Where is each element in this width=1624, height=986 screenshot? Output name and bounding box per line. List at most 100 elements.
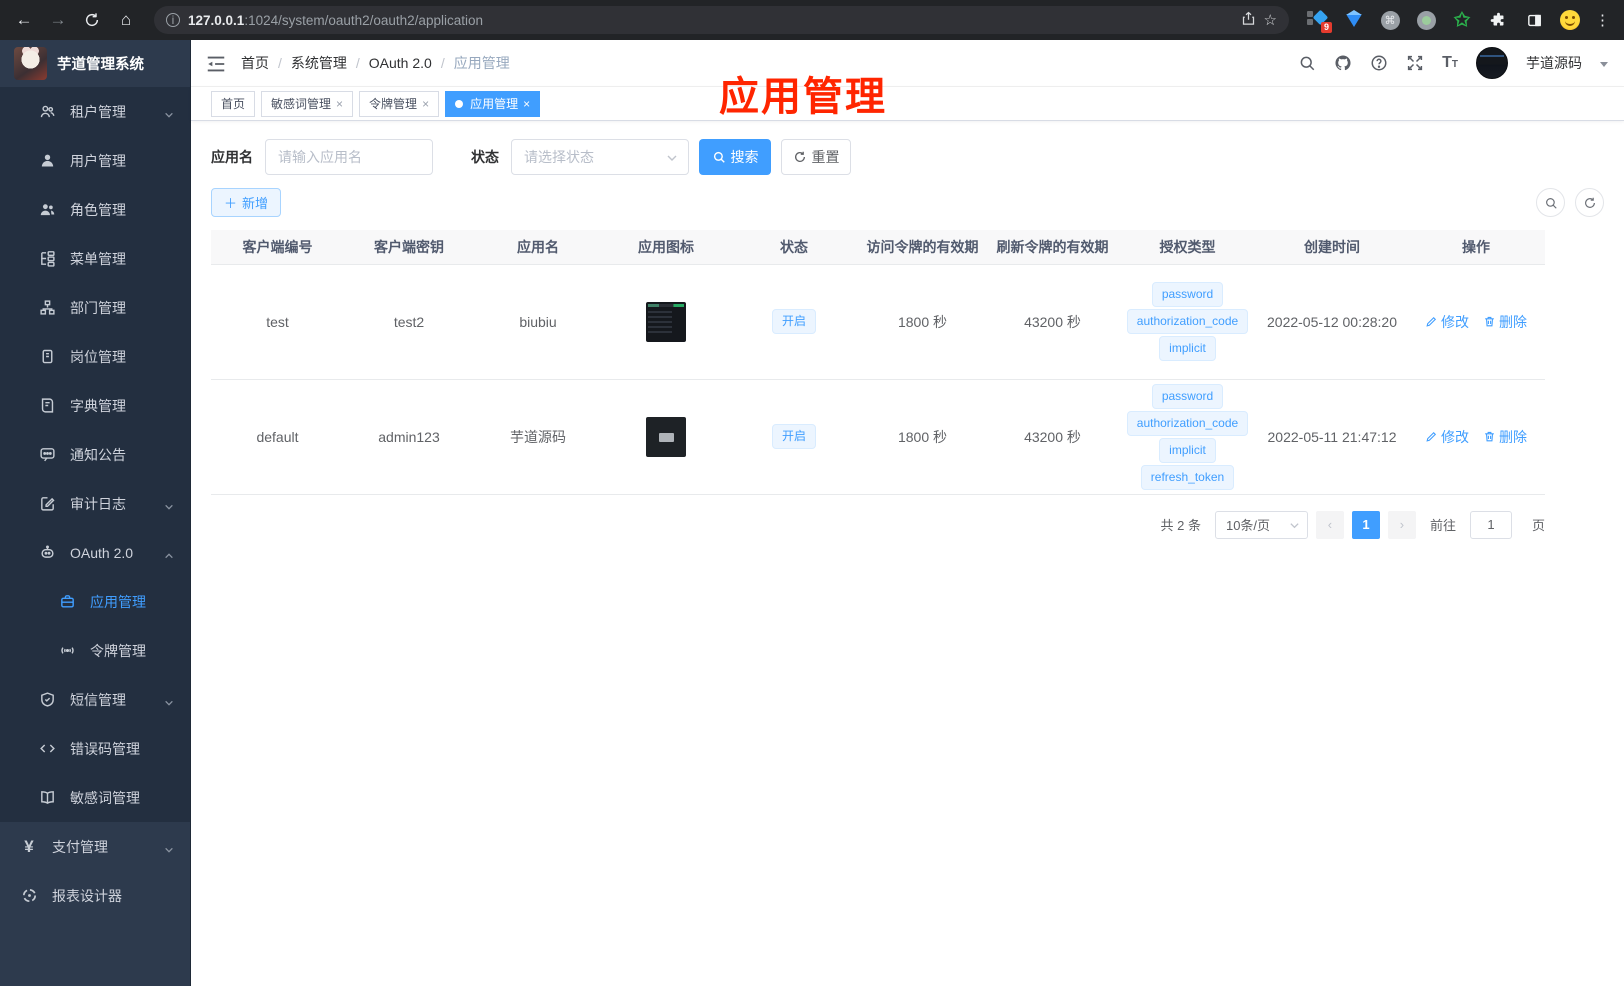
report-circle-icon	[20, 887, 38, 905]
sidebar-item-audit-log[interactable]: 审计日志	[0, 479, 190, 528]
sidebar-item-menu-mgmt[interactable]: 菜单管理	[0, 234, 190, 283]
tab-home[interactable]: 首页	[211, 90, 256, 117]
sidebar-item-label: 字典管理	[70, 397, 126, 414]
refresh-button[interactable]	[1575, 188, 1604, 217]
search-button[interactable]: 搜索	[699, 139, 771, 175]
sidebar-item-errorcode[interactable]: 错误码管理	[0, 724, 190, 773]
user-icon	[38, 152, 56, 170]
sidebar-item-department[interactable]: 部门管理	[0, 283, 190, 332]
goto-page-input[interactable]	[1469, 510, 1512, 539]
sidebar-item-notice[interactable]: 通知公告	[0, 430, 190, 479]
cell-refresh-ttl: 43200 秒	[987, 263, 1118, 380]
browser-back-button[interactable]: ←	[10, 6, 38, 34]
cell-client-id: test	[211, 263, 344, 380]
app-icon-image	[646, 301, 686, 342]
extensions-puzzle-icon[interactable]	[1487, 9, 1509, 31]
grant-type-tags: password authorization_code implicit	[1118, 282, 1257, 361]
sidebar-item-oauth2[interactable]: OAuth 2.0	[0, 528, 190, 577]
username[interactable]: 芋道源码	[1526, 53, 1582, 73]
extension-record-icon[interactable]	[1415, 9, 1437, 31]
browser-url-bar[interactable]: i 127.0.0.1:1024/system/oauth2/oauth2/ap…	[154, 6, 1289, 34]
sidebar-item-tenant[interactable]: 租户管理	[0, 87, 190, 136]
reset-button[interactable]: 重置	[781, 139, 851, 175]
close-icon[interactable]: ×	[422, 97, 429, 111]
edit-link[interactable]: 修改	[1425, 427, 1469, 447]
edit-link[interactable]: 修改	[1425, 312, 1469, 332]
col-secret: 客户端密钥	[344, 230, 474, 264]
add-button[interactable]: ＋ 新增	[211, 188, 282, 217]
sidebar-item-report-designer[interactable]: 报表设计器	[0, 871, 190, 920]
bookmark-star-icon[interactable]: ☆	[1264, 11, 1277, 29]
close-icon[interactable]: ×	[523, 97, 530, 111]
next-page-button[interactable]: ›	[1387, 510, 1416, 539]
tab-token[interactable]: 令牌管理 ×	[359, 90, 440, 117]
extension-command-icon[interactable]: ⌘	[1379, 9, 1401, 31]
extension-metamask-icon[interactable]: 9	[1307, 9, 1332, 33]
goto-label: 前往	[1429, 518, 1456, 533]
logo-row[interactable]: 芋道管理系统	[0, 40, 190, 87]
cell-client-id: default	[211, 379, 344, 495]
extension-star-icon[interactable]: ✩	[1451, 9, 1473, 31]
sidebar-item-application[interactable]: 应用管理	[0, 577, 190, 626]
token-signal-icon	[58, 642, 76, 660]
browser-chrome: ← → ⌂ i 127.0.0.1:1024/system/oauth2/oau…	[0, 0, 1624, 40]
extension-gem-icon[interactable]	[1343, 9, 1365, 31]
sidebar-item-sms[interactable]: 短信管理	[0, 675, 190, 724]
share-icon[interactable]	[1241, 11, 1256, 30]
sidebar-item-role[interactable]: 角色管理	[0, 185, 190, 234]
table-row: test test2 biubiu 开启 1800 秒 43200 秒 pass…	[211, 263, 1545, 380]
chevron-down-icon	[164, 695, 174, 706]
people-icon	[38, 201, 56, 219]
grant-type-tags: password authorization_code implicit ref…	[1118, 383, 1257, 490]
browser-forward-button[interactable]: →	[44, 6, 72, 34]
breadcrumb-system[interactable]: 系统管理	[291, 53, 347, 73]
profile-emoji-icon[interactable]	[1559, 9, 1581, 31]
status-select[interactable]: 请选择状态	[511, 139, 689, 175]
yen-icon: ¥	[24, 836, 34, 856]
breadcrumb: 首页 / 系统管理 / OAuth 2.0 / 应用管理	[241, 53, 510, 73]
sidebar-item-label: 角色管理	[70, 201, 126, 218]
avatar[interactable]	[1476, 47, 1508, 79]
audit-pen-icon	[38, 495, 56, 513]
url-text: 127.0.0.1:1024/system/oauth2/oauth2/appl…	[188, 12, 483, 28]
prev-page-button[interactable]: ‹	[1315, 510, 1344, 539]
sidebar-item-dict[interactable]: 字典管理	[0, 381, 190, 430]
fullscreen-icon[interactable]	[1406, 54, 1424, 72]
delete-link[interactable]: 删除	[1483, 427, 1527, 447]
close-icon[interactable]: ×	[336, 97, 343, 111]
site-info-icon[interactable]: i	[166, 13, 180, 27]
chevron-down-icon	[164, 842, 174, 853]
sidebar-item-user[interactable]: 用户管理	[0, 136, 190, 185]
browser-reload-button[interactable]	[78, 6, 106, 34]
github-icon[interactable]	[1334, 54, 1352, 72]
sidebar-item-payment[interactable]: ¥ 支付管理	[0, 822, 190, 871]
browser-menu-icon[interactable]: ⋮	[1591, 11, 1614, 29]
status-badge: 开启	[771, 309, 816, 334]
status-badge: 开启	[771, 424, 816, 449]
font-size-icon[interactable]: TT	[1442, 54, 1458, 72]
help-icon[interactable]	[1370, 54, 1388, 72]
page-size-select[interactable]: 10条/页	[1214, 510, 1308, 539]
cell-app-name: biubiu	[474, 263, 602, 380]
tab-sensitive-word[interactable]: 敏感词管理 ×	[261, 90, 354, 117]
org-tree-icon	[38, 299, 56, 317]
table-header-row: 客户端编号 客户端密钥 应用名 应用图标 状态 访问令牌的有效期 刷新令牌的有效…	[211, 230, 1545, 264]
toggle-search-button[interactable]	[1536, 188, 1565, 217]
sidebar-collapse-icon[interactable]	[205, 53, 227, 73]
tab-application[interactable]: 应用管理 ×	[445, 90, 541, 117]
search-icon[interactable]	[1298, 54, 1316, 72]
chevron-up-icon	[164, 548, 174, 558]
side-panel-icon[interactable]	[1523, 9, 1545, 31]
user-caret-icon[interactable]	[1600, 62, 1608, 67]
breadcrumb-oauth[interactable]: OAuth 2.0	[369, 55, 432, 71]
cell-refresh-ttl: 43200 秒	[987, 379, 1118, 495]
sidebar-item-token[interactable]: 令牌管理	[0, 626, 190, 675]
browser-home-button[interactable]: ⌂	[112, 6, 140, 34]
sidebar-item-sensitive-word[interactable]: 敏感词管理	[0, 773, 190, 822]
col-created: 创建时间	[1257, 230, 1407, 264]
sidebar-item-post[interactable]: 岗位管理	[0, 332, 190, 381]
app-name-input[interactable]	[265, 139, 433, 175]
page-number-1[interactable]: 1	[1351, 510, 1380, 539]
breadcrumb-home[interactable]: 首页	[241, 53, 269, 73]
delete-link[interactable]: 删除	[1483, 312, 1527, 332]
